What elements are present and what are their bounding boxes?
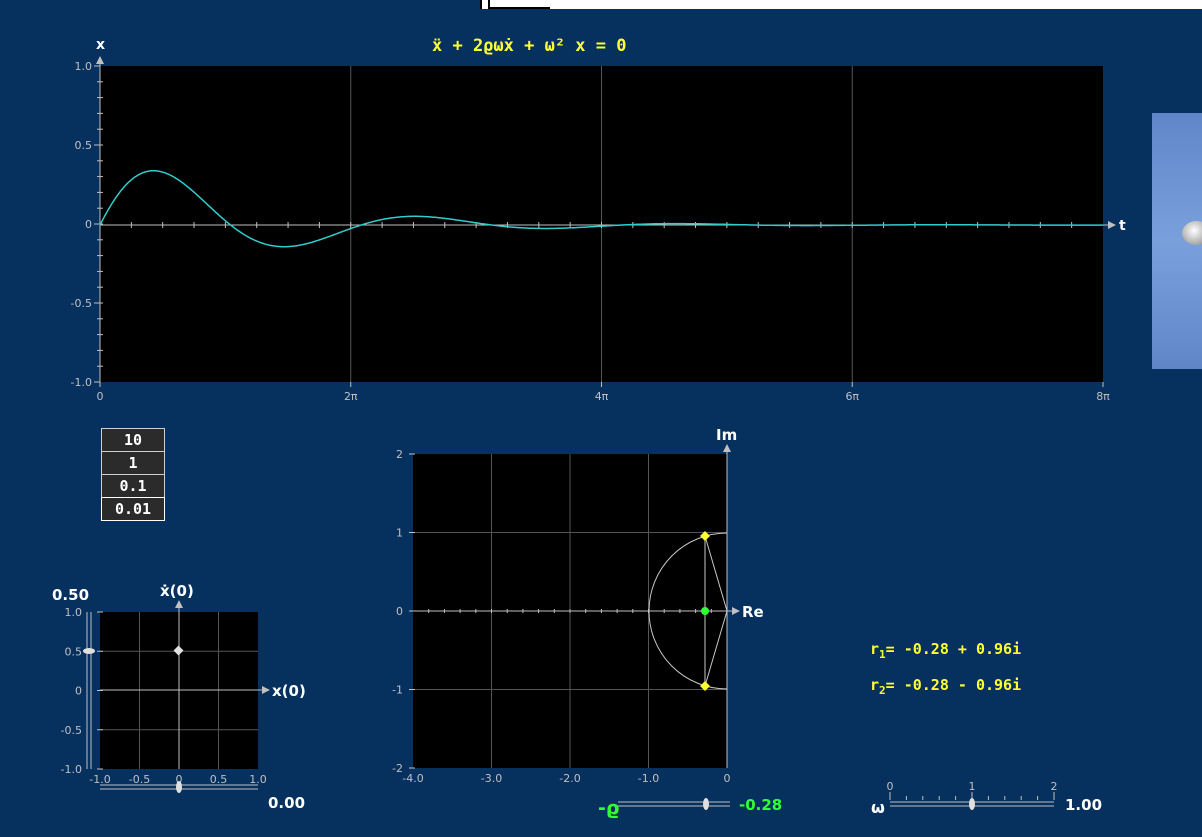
omega-tick-2: 2 <box>1051 780 1058 793</box>
x-axis-arrow <box>1108 221 1116 229</box>
ic-x-axis-label: x(0) <box>272 682 306 700</box>
velocity-slider-handle[interactable] <box>83 648 95 654</box>
omega-slider: ω 0 1 2 1.00 <box>871 780 1102 817</box>
complex-x-tick-label: 0 <box>724 772 731 785</box>
spacecraft-icon <box>1182 221 1202 245</box>
complex-y-tick-label: 0 <box>396 605 403 618</box>
scale-button-1[interactable]: 1 <box>101 451 165 475</box>
x-axis-label: t <box>1119 218 1126 234</box>
initial-position-value: 0.00 <box>268 794 305 812</box>
complex-y-tick-label: -1 <box>392 684 403 697</box>
x-tick-label: 0 <box>97 390 104 403</box>
ic-y-tick-label: -1.0 <box>61 763 82 776</box>
scale-button-0-01[interactable]: 0.01 <box>101 497 165 521</box>
y-tick-label: -0.5 <box>71 297 92 310</box>
ic-y-axis-arrow <box>175 600 183 608</box>
top-frame-strip <box>480 0 1202 9</box>
y-tick-label: 0.5 <box>75 139 93 152</box>
time-plot: x t 1.0 0.5 0 -0.5 -1.0 0 2π 4π 6π 8π <box>71 37 1126 403</box>
x-tick-label: 6π <box>845 390 859 403</box>
ic-x-tick-label: 1.0 <box>249 773 267 786</box>
root2-readout: r2= -0.28 - 0.96i <box>870 676 1022 697</box>
ic-y-tick-label: 1.0 <box>65 606 83 619</box>
complex-x-tick-labels: -4.0 -3.0 -2.0 -1.0 0 <box>402 772 730 785</box>
x-tick-label: 4π <box>595 390 609 403</box>
re-axis-label: Re <box>742 603 764 621</box>
y-tick-label: -1.0 <box>71 376 92 389</box>
im-axis-arrow <box>723 444 731 452</box>
x-tick-label: 8π <box>1096 390 1110 403</box>
complex-y-tick-label: 1 <box>396 527 403 540</box>
y-tick-label: 0 <box>85 218 92 231</box>
scale-button-0-1[interactable]: 0.1 <box>101 474 165 498</box>
y-tick-label: 1.0 <box>75 60 93 73</box>
ic-y-tick-label: 0 <box>75 685 82 698</box>
ic-x-axis-arrow <box>262 686 270 694</box>
damping-slider-handle[interactable] <box>703 798 709 810</box>
omega-symbol: ω <box>871 798 885 817</box>
ic-x-tick-label: -1.0 <box>89 773 110 786</box>
complex-y-tick-labels: 210-1-2 <box>392 448 415 775</box>
ic-x-tick-label: 0.5 <box>210 773 228 786</box>
omega-tick-0: 0 <box>887 780 894 793</box>
side-image-panel <box>1152 113 1202 369</box>
ic-y-tick-labels: 1.0 0.5 0 -0.5 -1.0 <box>61 606 103 776</box>
initial-velocity-value: 0.50 <box>52 586 89 604</box>
complex-x-tick-label: -3.0 <box>481 772 502 785</box>
damping-symbol: -ϱ <box>598 797 620 819</box>
y-axis-label: x <box>96 37 105 53</box>
scale-button-10[interactable]: 10 <box>101 428 165 452</box>
y-axis-arrow <box>96 56 104 64</box>
ic-y-axis-label: ẋ(0) <box>160 582 194 600</box>
x-tick-label: 2π <box>344 390 358 403</box>
initial-conditions-plot: 0.50 ẋ(0) x(0) 1.00.50-0.5-1.0 -1.0 -0.5 0… <box>52 582 306 812</box>
re-axis-arrow <box>732 607 740 615</box>
damping-value: -0.28 <box>739 796 782 814</box>
position-slider-handle[interactable] <box>176 781 182 793</box>
im-axis-label: Im <box>716 426 737 444</box>
ic-y-tick-label: 0.5 <box>65 645 83 658</box>
ic-x-tick-label: -0.5 <box>129 773 150 786</box>
complex-x-tick-label: -4.0 <box>402 772 423 785</box>
ic-y-tick-label: -0.5 <box>61 724 82 737</box>
complex-x-tick-label: -2.0 <box>559 772 580 785</box>
complex-y-tick-label: 2 <box>396 448 403 461</box>
complex-plane-plot: Im Re 210-1-2 -4.0 -3.0 -2.0 -1.0 0 -ϱ -0.28 <box>392 426 782 819</box>
damping-point[interactable] <box>701 607 709 615</box>
root1-readout: r1= -0.28 + 0.96i <box>870 640 1022 661</box>
omega-value: 1.00 <box>1065 796 1102 814</box>
x-tick-labels: 0 2π 4π 6π 8π <box>97 382 1110 403</box>
omega-slider-handle[interactable] <box>969 798 975 810</box>
omega-tick-1: 1 <box>969 780 976 793</box>
y-tick-labels: 1.0 0.5 0 -0.5 -1.0 <box>71 60 100 389</box>
complex-x-tick-label: -1.0 <box>638 772 659 785</box>
